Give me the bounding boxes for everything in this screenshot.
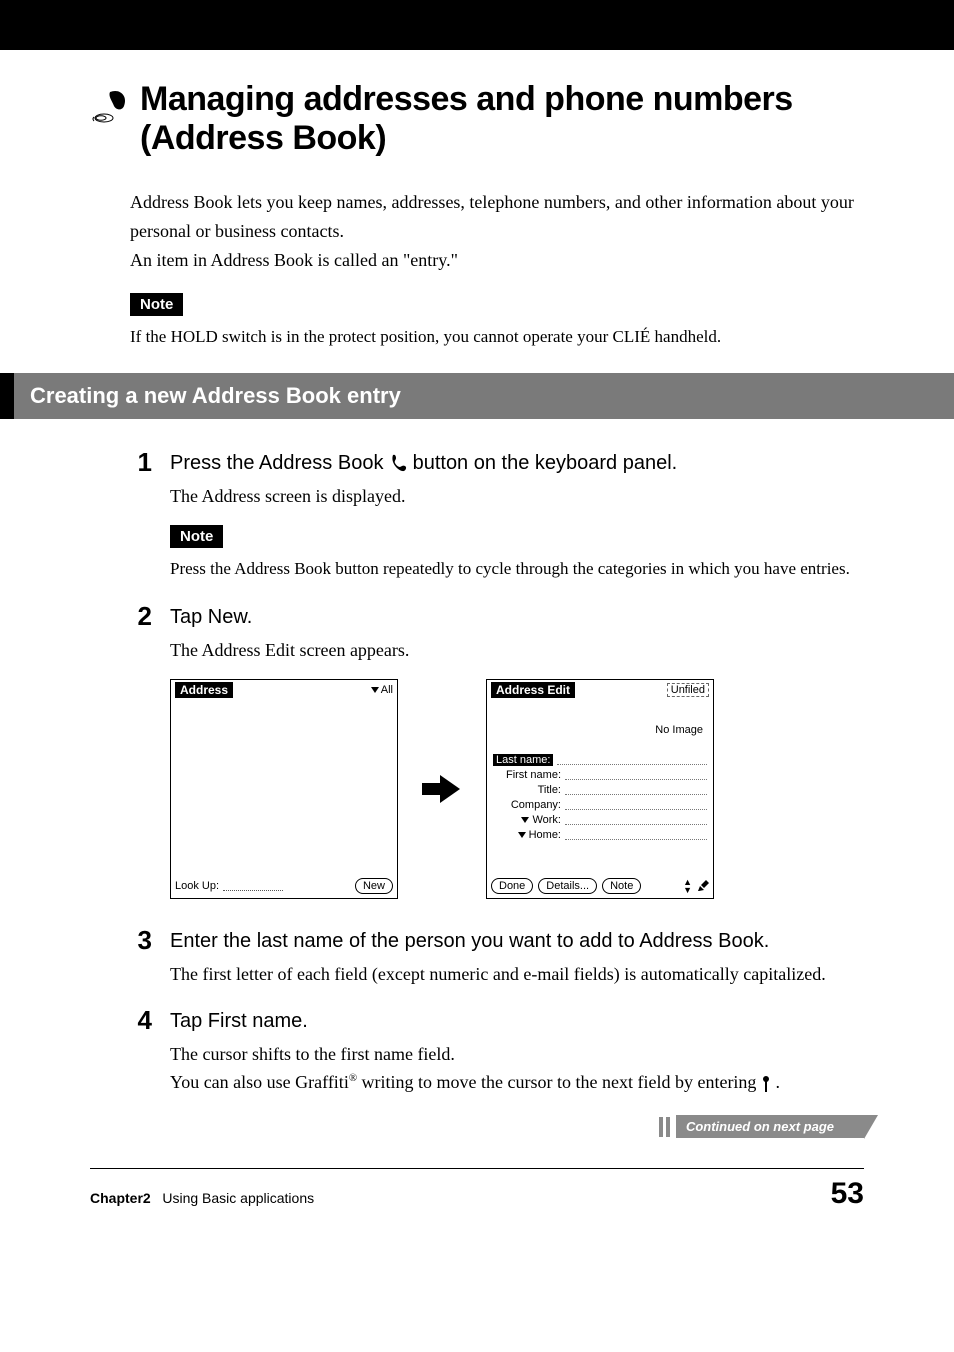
footer-left: Chapter2 Using Basic applications [90, 1190, 314, 1206]
step-3-desc: The first letter of each field (except n… [170, 961, 864, 989]
step-2-desc: The Address Edit screen appears. [170, 637, 864, 665]
step-1-note-block: Note Press the Address Book button repea… [170, 525, 864, 582]
home-label: Home: [493, 829, 561, 841]
continued-row: Continued on next page [90, 1115, 864, 1138]
section-heading: Creating a new Address Book entry [0, 373, 954, 419]
intro-paragraph-1: Address Book lets you keep names, addres… [130, 188, 864, 246]
step-2: 2 Tap New. The Address Edit screen appea… [130, 603, 864, 909]
lookup-field[interactable]: Look Up: [175, 880, 283, 892]
screen-title: Address [175, 682, 233, 698]
category-label: All [381, 684, 393, 696]
step-number: 3 [130, 927, 152, 989]
scroll-arrows[interactable]: ▲ ▼ [683, 878, 692, 894]
step-4-desc-1: The cursor shifts to the first name fiel… [170, 1041, 864, 1069]
last-name-field[interactable]: Last name: [493, 754, 707, 766]
figure-row: Address All Look Up: [170, 679, 864, 899]
lookup-label: Look Up: [175, 880, 219, 892]
address-list-screen: Address All Look Up: [170, 679, 398, 899]
step-number: 1 [130, 449, 152, 585]
continued-badge: Continued on next page [659, 1115, 864, 1138]
registered-mark: ® [349, 1072, 357, 1084]
title-label: Title: [493, 784, 561, 796]
first-name-label: First name: [493, 769, 561, 781]
home-field[interactable]: Home: [493, 829, 707, 841]
chapter-title: Using Basic applications [162, 1190, 314, 1206]
company-label: Company: [493, 799, 561, 811]
title-field[interactable]: Title: [493, 784, 707, 796]
no-image-label: No Image [493, 724, 703, 736]
step-3: 3 Enter the last name of the person you … [130, 927, 864, 989]
note-badge: Note [130, 293, 183, 316]
first-name-field[interactable]: First name: [493, 769, 707, 781]
step-number: 4 [130, 1007, 152, 1097]
chapter-label: Chapter2 [90, 1190, 151, 1206]
intro-paragraph-2: An item in Address Book is called an "en… [130, 246, 864, 275]
step-1-heading: Press the Address Book button on the key… [170, 449, 864, 477]
step-4-desc-2b: writing to move the cursor to the next f… [357, 1072, 761, 1092]
last-name-label: Last name: [493, 754, 553, 766]
intro-block: Address Book lets you keep names, addres… [130, 188, 864, 274]
note-button[interactable]: Note [602, 878, 641, 894]
work-label: Work: [493, 814, 561, 826]
step-4-heading: Tap First name. [170, 1007, 864, 1035]
step-1-heading-before: Press the Address Book [170, 452, 389, 474]
address-book-app-icon [90, 86, 130, 126]
done-button[interactable]: Done [491, 878, 533, 894]
step-4-desc-2c: . [771, 1072, 780, 1092]
document-page: Managing addresses and phone numbers (Ad… [0, 0, 954, 1251]
lookup-input-line [223, 881, 283, 891]
arrow-right-icon [422, 775, 462, 803]
step-3-heading: Enter the last name of the person you wa… [170, 927, 864, 955]
address-edit-screen: Address Edit Unfiled No Image Last name: [486, 679, 714, 899]
continued-bars-icon [659, 1117, 670, 1137]
work-field[interactable]: Work: [493, 814, 707, 826]
steps-list: 1 Press the Address Book button on the k… [130, 449, 864, 1097]
page-number: 53 [831, 1177, 864, 1211]
phone-icon [389, 454, 407, 472]
page-footer: Chapter2 Using Basic applications 53 [90, 1168, 864, 1211]
top-banner [0, 0, 954, 50]
step-1-note-text: Press the Address Book button repeatedly… [170, 556, 864, 582]
step-4: 4 Tap First name. The cursor shifts to t… [130, 1007, 864, 1097]
title-row: Managing addresses and phone numbers (Ad… [90, 80, 864, 158]
category-selector[interactable]: Unfiled [667, 683, 709, 697]
company-field[interactable]: Company: [493, 799, 707, 811]
step-1: 1 Press the Address Book button on the k… [130, 449, 864, 585]
new-button[interactable]: New [355, 878, 393, 894]
screen-title: Address Edit [491, 682, 575, 698]
down-arrow-icon: ▼ [683, 886, 692, 894]
content-area: Managing addresses and phone numbers (Ad… [0, 50, 954, 1138]
note-badge: Note [170, 525, 223, 548]
step-4-desc-2: You can also use Graffiti® writing to mo… [170, 1069, 864, 1097]
top-note-block: Note If the HOLD switch is in the protec… [130, 293, 864, 350]
dropdown-icon [371, 687, 379, 693]
step-1-heading-after: button on the keyboard panel. [413, 452, 678, 474]
top-note-text: If the HOLD switch is in the protect pos… [130, 324, 864, 350]
step-number: 2 [130, 603, 152, 909]
pencil-icon [697, 880, 709, 892]
step-1-desc: The Address screen is displayed. [170, 483, 864, 511]
continued-text: Continued on next page [676, 1115, 864, 1138]
category-selector[interactable]: All [371, 684, 393, 696]
page-title: Managing addresses and phone numbers (Ad… [140, 80, 864, 158]
details-button[interactable]: Details... [538, 878, 597, 894]
step-4-desc-2a: You can also use Graffiti [170, 1072, 349, 1092]
step-2-heading: Tap New. [170, 603, 864, 631]
